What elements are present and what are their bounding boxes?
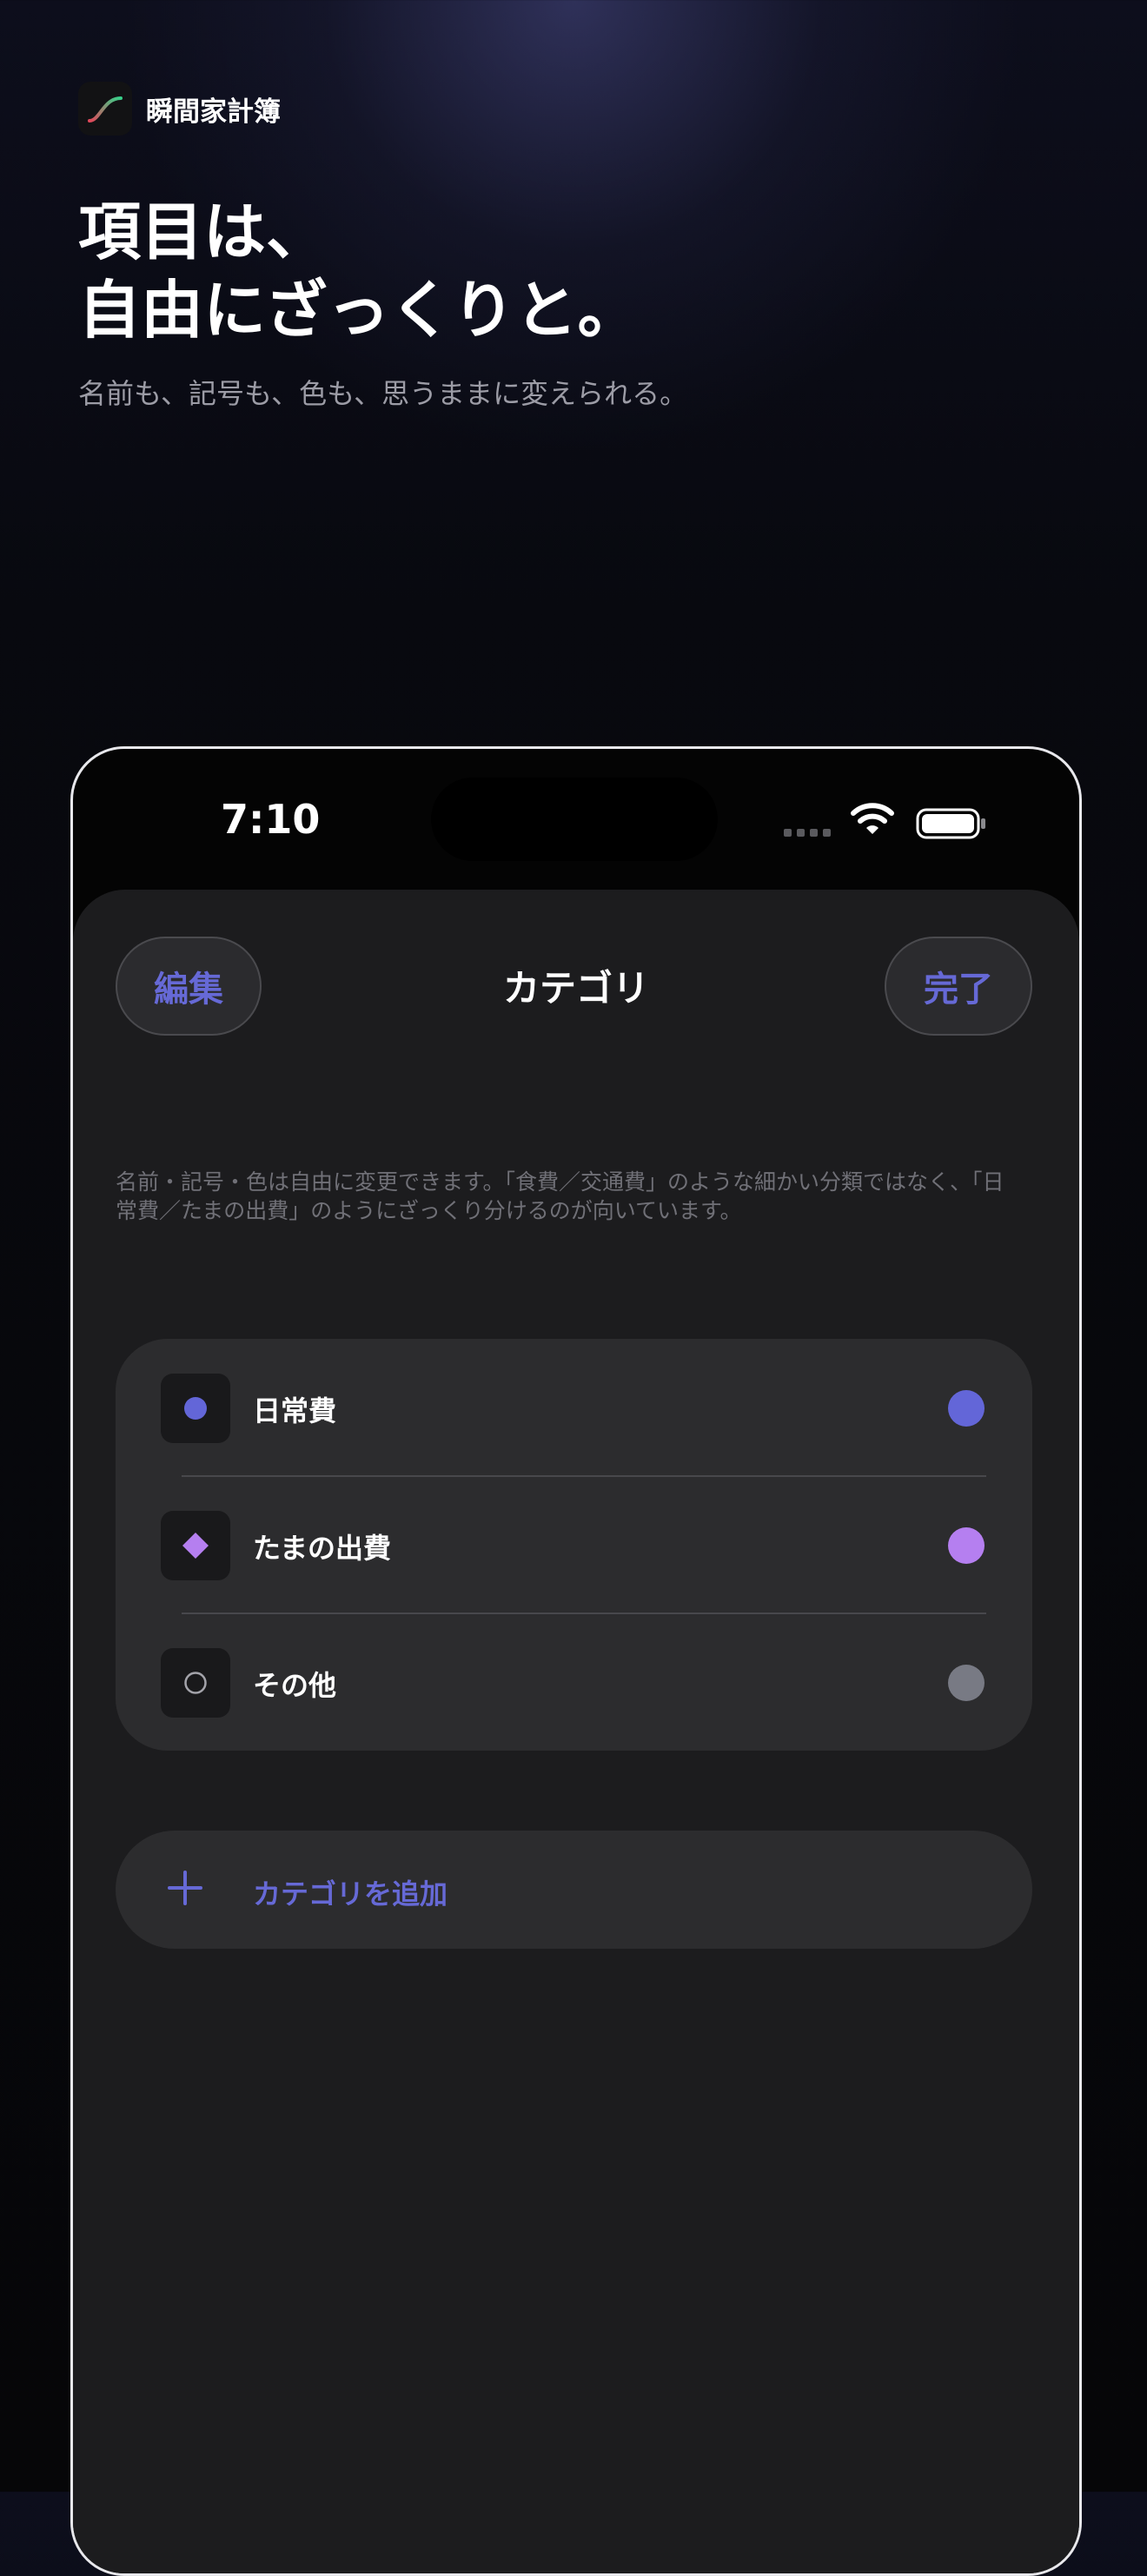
add-category-label: カテゴリを追加	[253, 1877, 448, 1910]
brand: 瞬間家計簿	[78, 82, 281, 136]
category-label: たまの出費	[253, 1532, 392, 1565]
headline-line-1: 項目は、	[78, 195, 329, 268]
category-row-daily[interactable]: 日常費	[116, 1339, 1032, 1476]
category-list: 日常費 たまの出費 その他	[116, 1339, 1032, 1751]
category-sheet: 編集 カテゴリ 完了 名前・記号・色は自由に変更できます。「食費／交通費」のよう…	[73, 890, 1079, 2573]
filled-circle-icon	[184, 1397, 207, 1420]
headline: 項目は、 自由にざっくりと。	[78, 193, 640, 349]
diamond-icon	[182, 1533, 209, 1559]
symbol-well	[161, 1511, 230, 1580]
symbol-well	[161, 1648, 230, 1718]
phone-frame: 7:10 編集 カテゴリ 完了 名前・記号・色は自由に変更できます。「食費／交通…	[70, 746, 1082, 2576]
app-icon	[78, 82, 132, 136]
hollow-circle-icon	[184, 1672, 207, 1694]
category-row-other[interactable]: その他	[116, 1613, 1032, 1751]
wifi-icon	[851, 803, 894, 834]
color-swatch[interactable]	[948, 1665, 985, 1701]
battery-icon	[916, 808, 985, 839]
category-description: 名前・記号・色は自由に変更できます。「食費／交通費」のような細かい分類ではなく、…	[116, 1169, 1004, 1223]
plus-icon	[168, 1871, 202, 1905]
brand-name: 瞬間家計簿	[146, 96, 281, 128]
symbol-well	[161, 1374, 230, 1443]
subheadline: 名前も、記号も、色も、思うままに変えられる。	[78, 377, 688, 410]
done-button[interactable]: 完了	[885, 937, 1032, 1036]
trend-curve-icon	[88, 96, 123, 123]
category-label: 日常費	[253, 1394, 337, 1427]
status-time: 7:10	[221, 796, 321, 843]
dynamic-island	[431, 778, 718, 861]
headline-line-2: 自由にざっくりと。	[78, 274, 640, 347]
cellular-signal-icon	[784, 829, 831, 837]
category-row-occasional[interactable]: たまの出費	[116, 1476, 1032, 1613]
category-label: その他	[253, 1669, 337, 1702]
color-swatch[interactable]	[948, 1390, 985, 1427]
add-category-button[interactable]: カテゴリを追加	[116, 1831, 1032, 1949]
color-swatch[interactable]	[948, 1527, 985, 1564]
